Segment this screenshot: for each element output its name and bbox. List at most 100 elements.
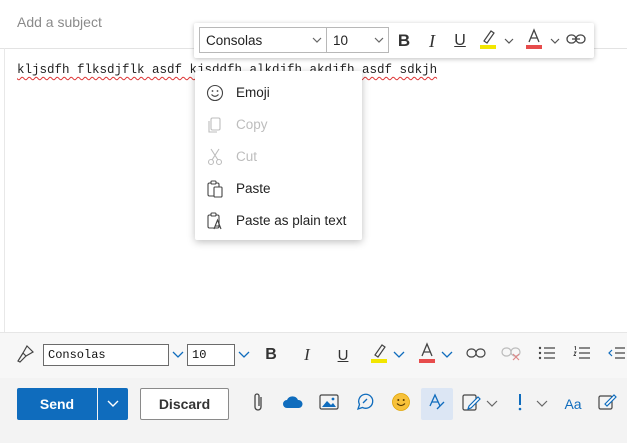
signature-dropdown[interactable] [485, 388, 499, 420]
font-color-icon [524, 27, 544, 55]
numbering-icon [573, 345, 591, 365]
italic-button[interactable]: I [297, 344, 317, 366]
format-painter-button[interactable] [14, 344, 36, 369]
menu-item-emoji[interactable]: Emoji [195, 77, 362, 109]
send-button[interactable]: Send [17, 388, 97, 420]
signature-icon [461, 392, 481, 417]
editor-button[interactable] [421, 388, 453, 420]
emoji-button[interactable] [389, 388, 413, 420]
context-menu: Emoji Copy Cut Paste Paste as plain text [195, 71, 362, 240]
menu-item-label: Emoji [236, 85, 270, 100]
subject-placeholder: Add a subject [17, 14, 102, 30]
immersive-icon [597, 392, 617, 417]
highlight-icon [478, 28, 498, 55]
decrease-indent-icon [608, 346, 626, 365]
insert-picture-button[interactable] [317, 388, 341, 420]
italic-button[interactable]: I [422, 30, 442, 52]
menu-item-cut[interactable]: Cut [195, 141, 362, 173]
font-name-select[interactable]: Consolas [43, 344, 169, 366]
unlink-icon [501, 345, 521, 366]
copy-icon [205, 115, 225, 135]
decrease-indent-button[interactable] [607, 345, 627, 365]
font-name-select[interactable]: Consolas [199, 27, 327, 53]
chevron-down-icon [107, 395, 119, 413]
importance-icon [517, 393, 523, 416]
floating-format-toolbar: Consolas 10 B I U [194, 23, 594, 58]
attach-icon [251, 391, 265, 418]
highlight-button[interactable] [477, 29, 499, 53]
chevron-down-icon [312, 33, 322, 52]
font-color-icon [417, 341, 437, 369]
loop-icon [355, 392, 375, 417]
onedrive-cloud-icon [282, 395, 304, 414]
font-size-select[interactable]: 10 [326, 27, 389, 53]
bullets-icon [538, 346, 556, 365]
paste-icon [205, 179, 225, 199]
numbering-button[interactable] [572, 345, 592, 365]
attach-file-button[interactable] [247, 388, 269, 420]
insert-link-button[interactable] [465, 345, 487, 365]
menu-item-label: Cut [236, 149, 258, 164]
compose-action-bar: Send Discard Aa [0, 378, 627, 443]
importance-dropdown[interactable] [535, 388, 549, 420]
highlight-button[interactable] [368, 343, 390, 367]
onedrive-button[interactable] [281, 388, 305, 420]
chevron-down-icon [172, 346, 184, 364]
paste-plain-text-icon [205, 211, 225, 231]
chevron-down-icon [550, 32, 560, 50]
more-options-button[interactable] [595, 388, 619, 420]
menu-item-label: Copy [236, 117, 268, 132]
font-size-select[interactable]: 10 [187, 344, 235, 366]
font-size-value: 10 [333, 33, 349, 48]
format-painter-icon [15, 344, 35, 369]
menu-item-paste-plain-text[interactable]: Paste as plain text [195, 205, 362, 237]
link-icon [566, 32, 586, 51]
font-color-button[interactable] [416, 341, 438, 369]
chevron-down-icon [486, 395, 498, 413]
font-size-dropdown[interactable] [237, 349, 251, 361]
bullets-button[interactable] [537, 345, 557, 365]
chevron-down-icon [238, 346, 250, 364]
scissors-icon [205, 147, 225, 167]
image-icon [319, 393, 339, 415]
font-color-dropdown[interactable] [549, 35, 561, 47]
bold-button[interactable]: B [394, 30, 414, 52]
menu-item-label: Paste as plain text [236, 213, 347, 228]
font-name-value: Consolas [48, 348, 106, 362]
importance-button[interactable] [511, 388, 529, 420]
font-name-dropdown[interactable] [171, 349, 185, 361]
remove-link-button[interactable] [500, 345, 522, 365]
editor-icon [427, 392, 447, 417]
chevron-down-icon [441, 346, 453, 364]
highlight-dropdown[interactable] [393, 350, 405, 360]
emoji-icon [205, 83, 225, 103]
format-toolbar: Consolas 10 B I U [0, 332, 627, 379]
format-text-icon: Aa [564, 396, 582, 412]
italic-icon: I [429, 30, 435, 51]
underline-icon: U [454, 32, 466, 49]
menu-item-paste[interactable]: Paste [195, 173, 362, 205]
underline-button[interactable]: U [333, 344, 353, 366]
menu-item-label: Paste [236, 181, 271, 196]
format-text-button[interactable]: Aa [561, 388, 585, 420]
loop-button[interactable] [353, 388, 377, 420]
signature-button[interactable] [459, 388, 483, 420]
bold-button[interactable]: B [261, 344, 281, 366]
compose-left-border [4, 48, 5, 332]
chevron-down-icon [393, 346, 405, 364]
underline-button[interactable]: U [450, 30, 470, 52]
bold-icon: B [397, 31, 411, 50]
bold-icon: B [265, 346, 277, 363]
highlight-icon [369, 342, 389, 369]
chevron-down-icon [374, 33, 384, 52]
discard-button[interactable]: Discard [140, 388, 229, 420]
highlight-dropdown[interactable] [503, 35, 515, 47]
chevron-down-icon [504, 32, 514, 50]
send-options-button[interactable] [98, 388, 128, 420]
insert-link-button[interactable] [565, 30, 587, 52]
font-name-value: Consolas [206, 33, 263, 48]
font-size-value: 10 [192, 348, 207, 362]
menu-item-copy[interactable]: Copy [195, 109, 362, 141]
font-color-button[interactable] [523, 27, 545, 55]
font-color-dropdown[interactable] [441, 350, 453, 360]
